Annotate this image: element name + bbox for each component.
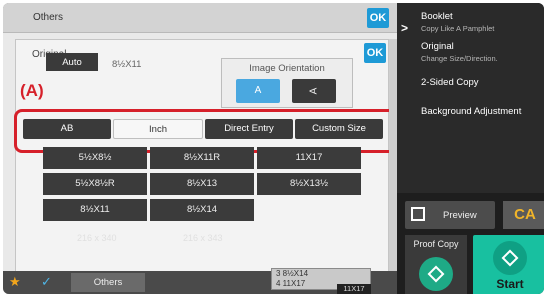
proof-copy-label: Proof Copy [413,239,459,249]
tab-ab[interactable]: AB [23,119,111,139]
check-icon[interactable]: ✓ [41,274,52,290]
size-button[interactable]: 8½X13 [150,173,254,195]
size-button[interactable]: 8½X13½ [257,173,361,195]
queue-tag: 11X17 [337,284,371,294]
size-button[interactable]: 11X17 [257,147,361,169]
tab-custom-size[interactable]: Custom Size [295,119,383,139]
side-item-subtitle: Copy Like A Pamphlet [421,24,495,33]
star-icon[interactable]: ★ [9,274,21,290]
image-orientation-label: Image Orientation [249,63,325,74]
clear-all-button[interactable]: CA [503,201,544,229]
auto-size-button[interactable]: Auto [46,53,98,71]
ghost-size-text: 216 x 340 [77,233,117,243]
window-ok-button[interactable]: OK [367,8,389,28]
title-bar: Others [3,3,397,33]
side-item-booklet[interactable]: Booklet [421,11,453,22]
dialog-ok-button[interactable]: OK [364,43,386,63]
side-item-2-sided-copy[interactable]: 2-Sided Copy [421,77,479,88]
size-button[interactable]: 5½X8½R [43,173,147,195]
size-button[interactable]: 5½X8½ [43,147,147,169]
orientation-portrait-button[interactable]: A [236,79,280,103]
orientation-landscape-button[interactable]: A [292,79,336,103]
image-orientation-group: Image Orientation A A [221,58,353,108]
proof-copy-button[interactable]: Proof Copy [405,235,467,294]
ghost-size-text: 216 x 343 [183,233,223,243]
scrollbar[interactable] [389,39,397,275]
device-screen: Others OK Original Image Orientation A A… [3,3,544,294]
side-menu: > Booklet Copy Like A Pamphlet Original … [397,3,544,193]
queue-line: 3 8½X14 [276,269,309,278]
chevron-right-icon[interactable]: > [401,21,408,35]
side-item-original[interactable]: Original [421,41,454,52]
window-title: Others [33,12,64,23]
size-button[interactable]: 8½X11 [43,199,147,221]
preview-button[interactable]: Preview [405,201,495,229]
tab-inch[interactable]: Inch [113,119,203,139]
portrait-icon: A [254,85,262,96]
start-label: Start [496,277,524,291]
start-icon [493,241,527,275]
current-size-text: 8½X11 [112,59,142,70]
callout-label: (A) [20,81,44,100]
proof-copy-icon [419,257,453,291]
preview-icon [411,207,425,221]
landscape-icon: A [307,87,319,95]
side-item-subtitle: Change Size/Direction. [421,54,498,63]
size-button[interactable]: 8½X11R [150,147,254,169]
others-button[interactable]: Others [71,273,145,292]
size-button[interactable]: 8½X14 [150,199,254,221]
side-item-background-adjustment[interactable]: Background Adjustment [421,106,521,117]
preview-label: Preview [443,210,477,221]
tab-direct-entry[interactable]: Direct Entry [205,119,293,139]
start-button[interactable]: Start [473,235,544,294]
